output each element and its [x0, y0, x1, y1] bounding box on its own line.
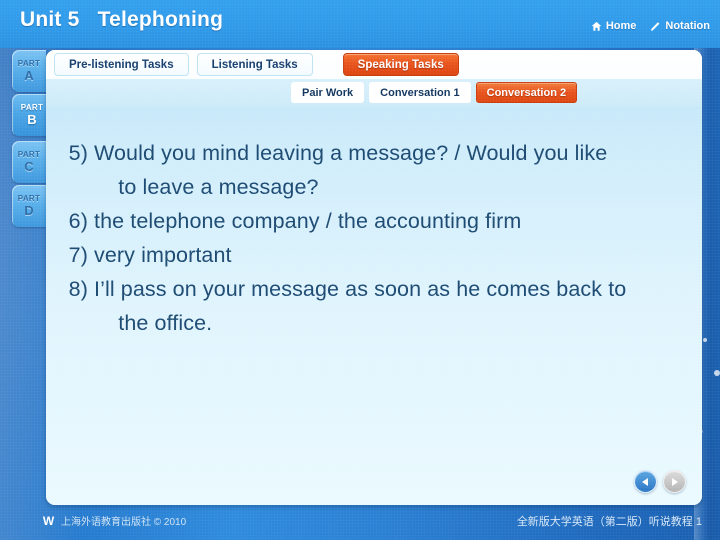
- publisher-credit-text: 上海外语教育出版社 © 2010: [61, 517, 187, 528]
- publisher-logo-icon: W: [42, 513, 55, 528]
- part-tab-d-kicker: PART: [17, 194, 41, 203]
- list-item: 8) I’ll pass on your message as soon as …: [64, 272, 684, 340]
- list-item-number: 5): [68, 141, 88, 165]
- home-link[interactable]: Home: [591, 20, 637, 32]
- tab-pre-listening-tasks[interactable]: Pre-listening Tasks: [54, 53, 189, 76]
- list-item: 7) very important: [64, 238, 684, 272]
- tab-conversation-2-label: Conversation 2: [486, 86, 567, 99]
- pencil-icon: [651, 21, 660, 31]
- tab-pre-listening-tasks-label: Pre-listening Tasks: [69, 58, 174, 71]
- slide-nav: [634, 470, 686, 493]
- tab-pair-work[interactable]: Pair Work: [291, 82, 365, 103]
- part-tab-a[interactable]: PART A: [12, 50, 46, 92]
- tab-conversation-2[interactable]: Conversation 2: [475, 82, 578, 103]
- list-item-number: 7): [68, 243, 88, 267]
- part-tab-a-kicker: PART: [17, 59, 41, 68]
- part-tab-c-letter: C: [24, 159, 34, 174]
- secondary-tab-bar: Pair Work Conversation 1 Conversation 2: [46, 79, 702, 106]
- tab-speaking-tasks[interactable]: Speaking Tasks: [342, 53, 459, 76]
- part-tab-d-letter: D: [24, 203, 34, 218]
- part-tab-a-letter: A: [24, 68, 34, 83]
- list-item-number: 8): [68, 277, 88, 301]
- tab-conversation-1-label: Conversation 1: [380, 86, 460, 99]
- part-tab-b-kicker: PART: [20, 103, 44, 112]
- slide-stage: Unit 5 Telephoning Home Notation PART A …: [0, 0, 720, 540]
- previous-button[interactable]: [634, 470, 657, 493]
- publisher-credit: W 上海外语教育出版社 © 2010: [42, 513, 187, 529]
- answer-list: 5) Would you mind leaving a message? / W…: [46, 120, 702, 340]
- list-item-text: the telephone company / the accounting f…: [94, 209, 522, 233]
- list-item-text: I’ll pass on your message as soon as he …: [94, 277, 627, 335]
- decor-dot: [714, 370, 720, 376]
- chevron-right-icon: [672, 477, 678, 486]
- content-panel: Pre-listening Tasks Listening Tasks Spea…: [46, 50, 702, 505]
- tab-pair-work-label: Pair Work: [302, 86, 354, 99]
- list-item: 5) Would you mind leaving a message? / W…: [64, 136, 684, 204]
- home-icon: [591, 21, 602, 31]
- book-title-footer: 全新版大学英语（第二版）听说教程 1: [516, 516, 702, 528]
- page-title: Unit 5 Telephoning: [20, 8, 224, 31]
- part-tab-c-kicker: PART: [17, 150, 41, 159]
- notation-link[interactable]: Notation: [650, 20, 710, 32]
- tab-conversation-1[interactable]: Conversation 1: [369, 82, 471, 103]
- list-item-text: very important: [94, 243, 232, 267]
- chevron-left-icon: [642, 477, 648, 486]
- notation-link-label: Notation: [665, 20, 710, 32]
- list-item-number: 6): [68, 209, 88, 233]
- slide-footer: W 上海外语教育出版社 © 2010 全新版大学英语（第二版）听说教程 1: [0, 505, 720, 540]
- primary-tab-bar: Pre-listening Tasks Listening Tasks Spea…: [46, 50, 702, 79]
- part-tab-d[interactable]: PART D: [12, 185, 46, 227]
- list-item: 6) the telephone company / the accountin…: [64, 204, 684, 238]
- tab-listening-tasks-label: Listening Tasks: [211, 58, 298, 71]
- decor-dot: [703, 338, 707, 342]
- list-item-text: Would you mind leaving a message? / Woul…: [94, 141, 608, 199]
- part-rail: PART A PART B PART C PART D: [12, 50, 52, 230]
- header-links: Home Notation: [591, 20, 710, 32]
- part-tab-c[interactable]: PART C: [12, 141, 46, 183]
- tab-listening-tasks[interactable]: Listening Tasks: [196, 53, 313, 76]
- tab-speaking-tasks-label: Speaking Tasks: [357, 58, 444, 71]
- slide-header: Unit 5 Telephoning Home Notation: [0, 0, 720, 48]
- home-link-label: Home: [605, 20, 637, 32]
- part-tab-b-letter: B: [27, 112, 37, 127]
- next-button[interactable]: [663, 470, 686, 493]
